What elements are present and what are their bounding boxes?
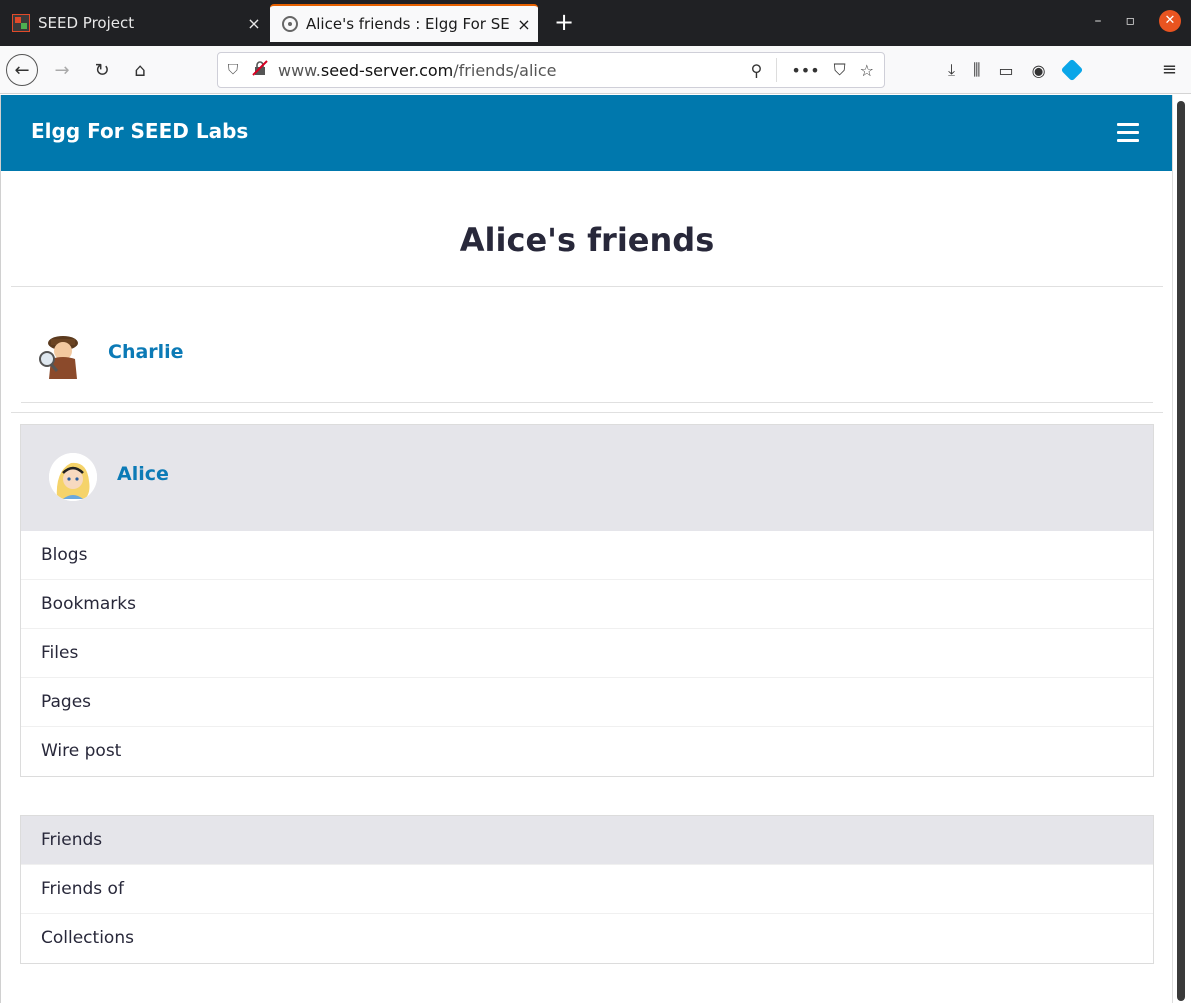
url-prefix: www. (278, 60, 321, 80)
owner-header: Alice (21, 425, 1153, 531)
scrollbar-thumb[interactable] (1177, 101, 1185, 1001)
account-icon[interactable]: ◉ (1032, 61, 1046, 80)
reload-button[interactable]: ↻ (86, 54, 118, 86)
insecure-connection-icon[interactable] (248, 60, 272, 80)
friend-name-link[interactable]: Charlie (108, 341, 184, 363)
site-header: Elgg For SEED Labs (1, 95, 1172, 171)
hamburger-menu-icon[interactable] (1117, 123, 1139, 147)
owner-block: Alice Blogs Bookmarks Files Pages Wire p… (20, 424, 1154, 777)
restore-button[interactable]: ▫ (1126, 13, 1136, 29)
extension-icon[interactable] (1060, 58, 1083, 82)
menu-item-pages[interactable]: Pages (21, 678, 1153, 727)
tab-title: Alice's friends : Elgg For SEED Labs (306, 15, 510, 33)
url-path: /friends/alice (453, 60, 557, 80)
window-controls: – ▫ ✕ (1095, 10, 1181, 32)
pocket-icon[interactable]: ⛉ (834, 60, 846, 80)
menu-item-friends-of[interactable]: Friends of (21, 865, 1153, 914)
friends-menu: Friends Friends of Collections (20, 815, 1154, 964)
menu-item-friends[interactable]: Friends (21, 816, 1153, 865)
menu-item-wire-post[interactable]: Wire post (21, 727, 1153, 776)
menu-item-collections[interactable]: Collections (21, 914, 1153, 963)
page-scrollbar[interactable] (1172, 95, 1191, 1003)
menu-item-files[interactable]: Files (21, 629, 1153, 678)
tab-bar: SEED Project × Alice's friends : Elgg Fo… (0, 0, 1191, 46)
url-host: seed-server.com (320, 60, 454, 80)
page-actions-icon[interactable]: ••• (791, 61, 819, 80)
elgg-favicon-icon (282, 16, 298, 32)
app-menu-icon[interactable]: ≡ (1162, 54, 1177, 86)
site-title[interactable]: Elgg For SEED Labs (31, 119, 248, 143)
close-window-button[interactable]: ✕ (1159, 10, 1181, 32)
close-tab-icon[interactable]: × (240, 14, 268, 33)
downloads-icon[interactable]: ⤓ (948, 60, 955, 80)
page-title: Alice's friends (459, 221, 715, 259)
charlie-avatar[interactable] (37, 329, 83, 381)
divider (11, 412, 1163, 413)
forward-button[interactable]: → (46, 54, 78, 86)
owner-name-link[interactable]: Alice (117, 463, 169, 485)
web-page: Elgg For SEED Labs Alice's friends Charl… (0, 95, 1172, 1003)
key-icon[interactable]: ⚲ (751, 61, 763, 80)
separator (776, 58, 778, 82)
divider (11, 286, 1163, 287)
new-tab-button[interactable]: + (548, 6, 580, 38)
alice-avatar[interactable] (49, 453, 97, 501)
back-button[interactable]: ← (6, 54, 38, 86)
owner-menu: Blogs Bookmarks Files Pages Wire post (21, 531, 1153, 776)
home-button[interactable]: ⌂ (124, 54, 156, 86)
tab-title: SEED Project (38, 14, 135, 32)
minimize-button[interactable]: – (1095, 13, 1102, 29)
tab-alices-friends[interactable]: Alice's friends : Elgg For SEED Labs × (270, 4, 538, 42)
navigation-toolbar: ← → ↻ ⌂ ⛉ www.seed-server.com/friends/al… (0, 46, 1191, 94)
seed-favicon-icon (12, 14, 30, 32)
library-icon[interactable]: ⫼ (973, 60, 980, 80)
bookmark-star-icon[interactable]: ☆ (860, 61, 874, 80)
tracking-shield-icon[interactable]: ⛉ (218, 62, 248, 78)
url-text[interactable]: www.seed-server.com/friends/alice (272, 61, 751, 80)
friend-list-item: Charlie (21, 307, 1153, 403)
close-tab-icon[interactable]: × (510, 15, 538, 34)
menu-item-blogs[interactable]: Blogs (21, 531, 1153, 580)
address-bar[interactable]: ⛉ www.seed-server.com/friends/alice ⚲ ••… (217, 52, 885, 88)
sidebar-icon[interactable]: ▭ (998, 61, 1013, 80)
menu-item-bookmarks[interactable]: Bookmarks (21, 580, 1153, 629)
tab-seed-project[interactable]: SEED Project × (0, 4, 268, 42)
